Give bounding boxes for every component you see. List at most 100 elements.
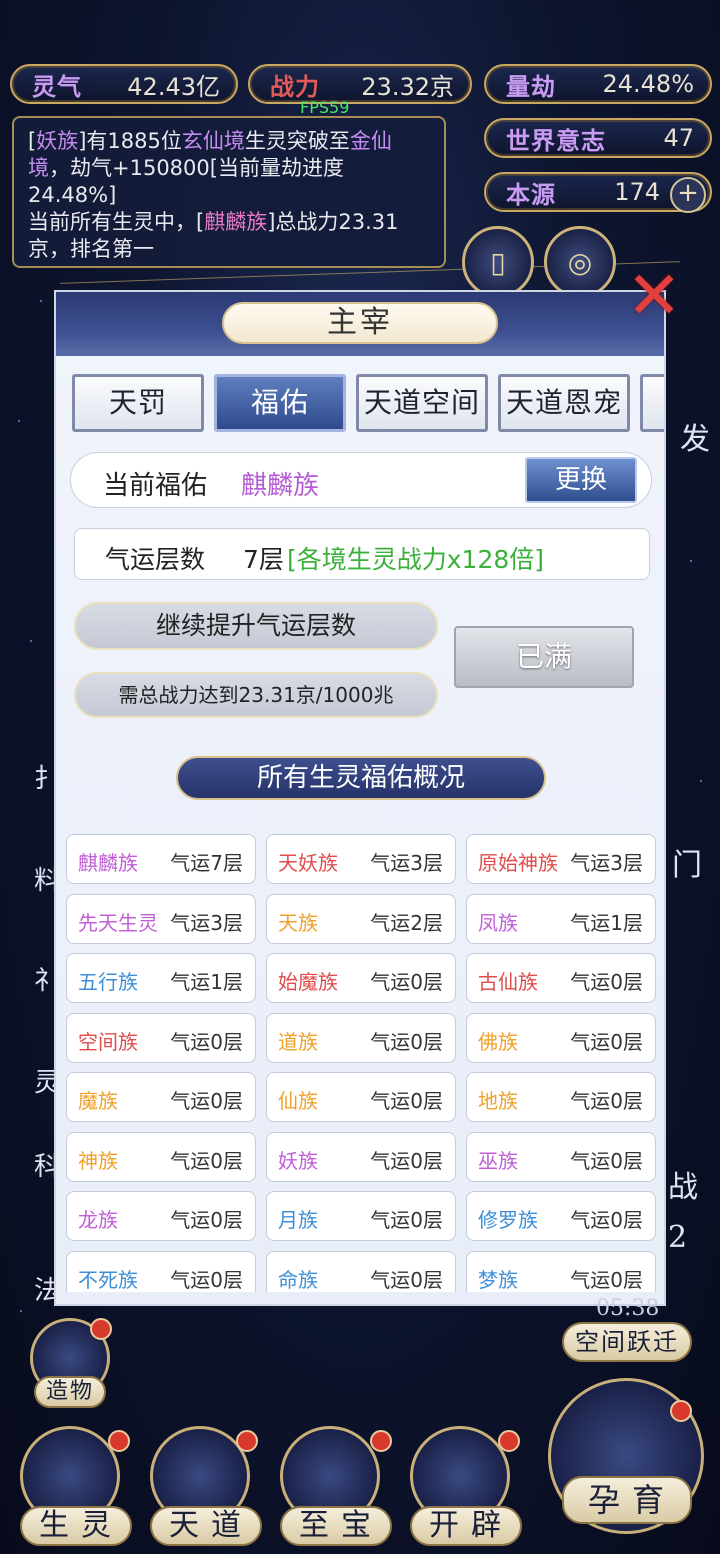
race-name: 神族 <box>78 1148 118 1173</box>
race-blessing-cell: 麒麟族 气运7层 <box>66 834 256 884</box>
race-blessing-cell: 空间族 气运0层 <box>66 1012 256 1063</box>
race-luck-level: 气运0层 <box>570 1208 643 1232</box>
current-blessing-row: 当前福佑 麒麟族 更换 <box>70 452 652 508</box>
race-blessing-cell: 魔族 气运0层 <box>66 1072 256 1122</box>
race-luck-level: 气运0层 <box>370 1267 443 1292</box>
swap-button[interactable]: 更换 <box>525 457 637 503</box>
zhibao-button[interactable]: 至宝 <box>280 1506 392 1546</box>
zhanli-value: 23.32京 <box>361 72 454 101</box>
race-blessing-cell: 妖族 气运0层 <box>266 1131 456 1182</box>
race-luck-level: 气运2层 <box>370 910 443 935</box>
overview-title: 所有生灵福佑概况 <box>176 756 546 800</box>
race-blessing-cell: 仙族 气运0层 <box>266 1072 456 1122</box>
zhanli-stat: 战力 23.32京 <box>248 64 472 104</box>
race-name: 不死族 <box>78 1267 138 1292</box>
side-label-zhan[interactable]: 战 <box>668 1162 698 1206</box>
lingqi-stat: 灵气 42.43亿 <box>10 64 238 104</box>
tiandao-label: 天道 <box>169 1508 253 1543</box>
liangjie-value: 24.48% <box>602 70 694 98</box>
race-luck-level: 气运0层 <box>570 970 643 994</box>
lingqi-value: 42.43亿 <box>127 72 220 101</box>
zaowu-button[interactable]: 造物 <box>34 1376 106 1408</box>
space-jump-button[interactable]: 空间跃迁 <box>562 1322 692 1362</box>
side-label-fa[interactable]: 发 <box>680 414 710 458</box>
yunyu-button[interactable]: 孕育 <box>562 1476 692 1524</box>
race-luck-level: 气运0层 <box>370 970 443 994</box>
tiandao-button[interactable]: 天道 <box>150 1506 262 1546</box>
shijie-stat: 世界意志 47 <box>484 118 712 158</box>
log-realm-xuanxian: 玄仙境 <box>181 129 245 153</box>
race-luck-level: 气运3层 <box>170 910 243 935</box>
zhanli-label: 战力 <box>270 71 320 101</box>
race-blessing-cell: 佛族 气运0层 <box>466 1012 656 1063</box>
luck-level-row: 气运层数 7层 [各境生灵战力x128倍] <box>74 528 650 580</box>
race-blessing-cell: 地族 气运0层 <box>466 1072 656 1122</box>
race-luck-level: 气运0层 <box>170 1208 243 1232</box>
kaipi-button[interactable]: 开辟 <box>410 1506 522 1546</box>
log-text: ]有1885位 <box>78 129 182 153</box>
race-blessing-cell: 梦族 气运0层 <box>466 1250 656 1292</box>
race-name: 修罗族 <box>478 1208 538 1232</box>
zaowu-label: 造物 <box>45 1379 94 1404</box>
tiandao-notification-dot <box>236 1430 258 1452</box>
tab-bar: 天罚 福佑 天道空间 天道恩宠 <box>72 374 664 432</box>
race-luck-level: 气运3层 <box>370 851 443 875</box>
current-blessing-value: 麒麟族 <box>241 471 320 501</box>
race-blessing-cell: 五行族 气运1层 <box>66 953 256 1003</box>
tab-more[interactable] <box>640 374 664 432</box>
liangjie-label: 量劫 <box>506 71 556 101</box>
race-luck-level: 气运0层 <box>370 1148 443 1173</box>
luck-level-value: 7层 <box>243 545 284 574</box>
requirement-label: 需总战力达到23.31京/1000兆 <box>74 672 438 718</box>
fps-counter: FPS59 <box>300 98 350 117</box>
scroll-icon[interactable]: ▯ <box>462 226 534 298</box>
close-icon[interactable]: ✕ <box>622 263 686 330</box>
race-luck-level: 气运0层 <box>170 1089 243 1113</box>
race-blessing-cell: 天族 气运2层 <box>266 893 456 944</box>
race-name: 始魔族 <box>278 970 338 994</box>
race-blessing-cell: 命族 气运0层 <box>266 1250 456 1292</box>
side-badge-number: 2 <box>668 1220 688 1255</box>
dominator-panel: 主宰 天罚 福佑 天道空间 天道恩宠 当前福佑 麒麟族 更换 气运层数 7层 [… <box>54 290 666 1306</box>
yunyu-notification-dot <box>670 1400 692 1422</box>
race-blessing-cell: 修罗族 气运0层 <box>466 1191 656 1241</box>
panel-title: 主宰 <box>222 302 498 344</box>
race-luck-level: 气运0层 <box>370 1029 443 1054</box>
luck-level-bonus: [各境生灵战力x128倍] <box>287 545 545 574</box>
log-text: ，劫气+150800[当前量劫进度24.48%] <box>28 156 344 207</box>
event-log: [妖族]有1885位玄仙境生灵突破至金仙境，劫气+150800[当前量劫进度24… <box>12 116 446 268</box>
tab-tianfa[interactable]: 天罚 <box>72 374 204 432</box>
race-name: 道族 <box>278 1029 318 1054</box>
timer-text: 05:38 <box>596 1296 660 1321</box>
tab-tiandao-favor[interactable]: 天道恩宠 <box>498 374 630 432</box>
race-blessing-cell: 月族 气运0层 <box>266 1191 456 1241</box>
side-label-men[interactable]: 门 <box>672 840 702 884</box>
race-name: 命族 <box>278 1267 318 1292</box>
liangjie-stat: 量劫 24.48% <box>484 64 712 104</box>
add-benyuan-icon[interactable]: + <box>670 177 706 213</box>
race-blessing-cell: 不死族 气运0层 <box>66 1250 256 1292</box>
race-luck-level: 气运0层 <box>570 1089 643 1113</box>
race-blessing-cell: 凤族 气运1层 <box>466 893 656 944</box>
current-blessing-label: 当前福佑 <box>103 471 208 501</box>
race-blessing-cell: 先天生灵 气运3层 <box>66 893 256 944</box>
shengling-button[interactable]: 生灵 <box>20 1506 132 1546</box>
shijie-label: 世界意志 <box>506 125 606 155</box>
shengling-notification-dot <box>108 1430 130 1452</box>
tab-tiandao-space[interactable]: 天道空间 <box>356 374 488 432</box>
full-button[interactable]: 已满 <box>454 626 634 688</box>
log-text: 当前所有生灵中，[ <box>28 210 205 234</box>
tab-fuyou[interactable]: 福佑 <box>214 374 346 432</box>
requirement-text: 需总战力达到23.31京/1000兆 <box>118 683 394 707</box>
log-text: [ <box>28 129 37 153</box>
log-text: 生灵突破至 <box>244 129 350 153</box>
race-name: 天族 <box>278 910 318 935</box>
zhibao-label: 至宝 <box>299 1508 383 1543</box>
luck-level-label: 气运层数 <box>105 545 206 574</box>
race-luck-level: 气运0层 <box>170 1267 243 1292</box>
upgrade-luck-text: 继续提升气运层数 <box>155 611 356 640</box>
race-name: 地族 <box>478 1089 518 1113</box>
vortex-icon[interactable]: ◎ <box>544 226 616 298</box>
benyuan-stat: 本源 174 + <box>484 172 712 213</box>
race-blessing-cell: 天妖族 气运3层 <box>266 834 456 884</box>
